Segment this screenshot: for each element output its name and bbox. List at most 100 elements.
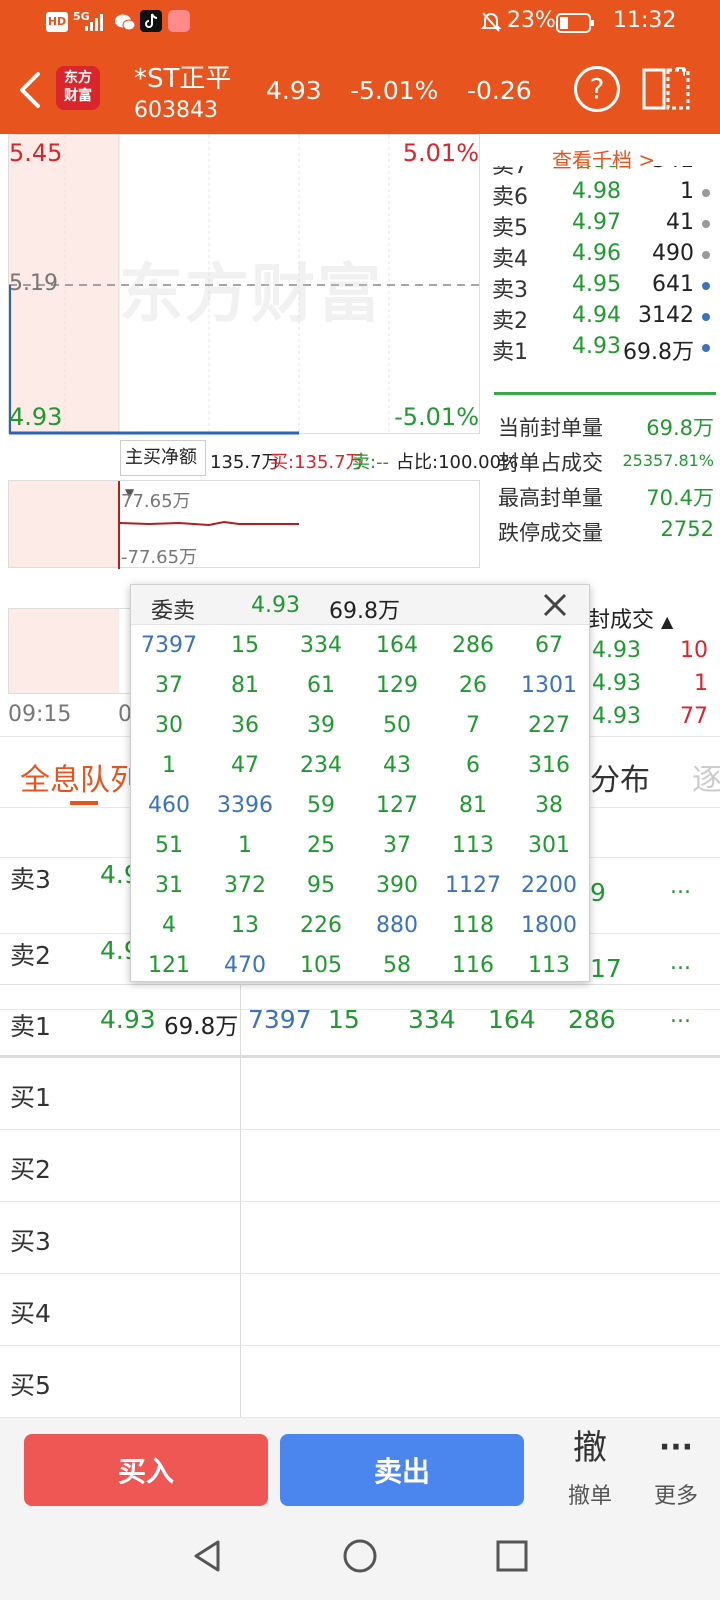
popup-order-cell: 37 [383,833,411,858]
popup-order-cell: 372 [224,873,266,898]
ask-level-row[interactable]: 卖2 4.94 3142 [492,301,716,334]
tab-distribution[interactable]: 分布 [590,755,650,799]
ask-level-dot [702,313,710,321]
tiktok-icon [140,10,162,32]
ask-level-row[interactable]: 卖1 4.93 69.8万 [492,332,716,365]
nav-home-icon[interactable] [340,1536,380,1576]
popup-order-cell: 880 [376,913,418,938]
bid-row[interactable]: 买2 [0,1130,720,1202]
ask-level-label: 卖5 [492,216,528,241]
tab-partial[interactable]: 逐 [692,755,720,799]
trade-vol: 77 [680,704,708,729]
chart-watermark: 东方财富 [119,258,383,332]
action-bar: 买入 卖出 撤 撤单 ··· 更多 [0,1418,720,1522]
trade-price: 4.93 [592,671,641,696]
more-icon: ··· [658,1430,694,1465]
chart-high-pct: 5.01% [402,139,479,167]
ask-level-row[interactable]: 卖6 4.98 1 [492,177,716,210]
bid-row-label: 买4 [10,1299,51,1328]
seal-stat-row: 当前封单量 69.8万 [498,410,714,445]
tab-indicator [70,801,98,805]
popup-order-cell: 121 [148,953,190,978]
wechat-icon [114,12,136,32]
popup-order-cell: 460 [148,793,190,818]
ask1-order-cell: 7397 [248,1005,312,1034]
ask-level-vol: 490 [652,241,694,266]
popup-vol: 69.8万 [329,599,400,624]
trades-header[interactable]: 封成交 ▲ [588,602,673,634]
popup-order-cell: 227 [528,713,570,738]
ask1-row[interactable]: 卖1 4.93 69.8万 ... 7397 15 334 164 286 [0,984,720,1059]
layout-toggle-icon[interactable] [642,66,690,112]
order-queue-popup: 委卖 4.93 69.8万 7397 15 334 164 286 67 37 81 61 129… [130,584,590,982]
trade-price: 4.93 [592,704,641,729]
tab-queue[interactable]: 全息队列 [20,755,140,799]
popup-order-cell: 7 [466,713,480,738]
sell-button[interactable]: 卖出 [280,1434,524,1506]
popup-order-cell: 1301 [521,673,577,698]
seal-stat-label: 当前封单量 [498,416,603,440]
popup-price: 4.93 [251,593,300,618]
time-start: 09:15 [8,702,72,727]
header-change-pct: -5.01% [350,76,439,105]
ask-level-label: 卖3 [492,278,528,303]
trade-row: 4.93 77 [592,702,720,735]
ask-level-row[interactable]: 卖3 4.95 641 [492,270,716,303]
ask-level-price: 4.95 [572,272,621,297]
more-button[interactable]: ··· 更多 [646,1426,706,1518]
ask-level-label: 卖2 [492,309,528,334]
nav-recents-icon[interactable] [492,1536,532,1576]
popup-order-cell: 59 [307,793,335,818]
popup-order-cell: 37 [155,673,183,698]
ask-level-row[interactable]: 卖74.99341 [492,166,716,179]
ask-level-label: 卖6 [492,185,528,210]
nav-back-icon[interactable] [188,1536,228,1576]
ask1-order-cell: 286 [568,1005,616,1034]
indicator-selector[interactable]: 主买净额 ▼ [120,440,206,500]
bid-row[interactable]: 买3 [0,1202,720,1274]
popup-order-cell: 26 [459,673,487,698]
buy-value: 买:135.7万 [270,452,364,473]
ask1-order-cell: 15 [328,1005,360,1034]
seal-stat-value: 70.4万 [646,486,714,510]
popup-order-cell: 1800 [521,913,577,938]
help-button[interactable]: ? [574,66,620,112]
back-button[interactable] [12,68,48,112]
queue-row-more[interactable]: ... [670,874,691,899]
sell-value: 卖:-- [352,452,390,473]
stock-code: 603843 [134,98,218,123]
chart-low-pct: -5.01% [394,403,479,431]
bid-row[interactable]: 买1 [0,1058,720,1130]
bid-row[interactable]: 买5 [0,1346,720,1418]
popup-order-cell: 301 [528,833,570,858]
bid-row-label: 买5 [10,1371,51,1400]
ask-level-row[interactable]: 卖5 4.97 41 [492,208,716,241]
trade-vol: 1 [694,671,708,696]
popup-order-cell: 15 [231,633,259,658]
chart-high: 5.45 [9,139,63,167]
ask-level-vol: 69.8万 [623,340,694,365]
popup-order-cell: 36 [231,713,259,738]
close-icon[interactable] [541,591,569,619]
popup-order-cell: 31 [155,873,183,898]
ask-level-price: 4.99 [572,166,621,173]
queue-row-more[interactable]: ... [670,950,691,975]
cancel-order-button[interactable]: 撤 撤单 [560,1426,620,1518]
seal-stat-value: 2752 [660,517,714,541]
bid-row[interactable]: 买4 [0,1274,720,1346]
popup-order-cell: 470 [224,953,266,978]
popup-order-cell: 39 [307,713,335,738]
ask1-more[interactable]: ... [670,1003,691,1028]
ask1-label: 卖1 [10,1012,51,1041]
popup-order-cell: 316 [528,753,570,778]
stock-name[interactable]: *ST正平 [134,58,231,95]
popup-order-cell: 81 [459,793,487,818]
price-chart[interactable]: 东方财富 5.45 5.01% 5.19 4.93 -5.01% [8,134,481,435]
popup-order-cell: 30 [155,713,183,738]
seal-stat-row: 封单占成交 25357.81% [498,445,714,480]
ask-level-row[interactable]: 卖4 4.96 490 [492,239,716,272]
seal-stat-value: 25357.81% [622,451,714,470]
seal-stat-label: 跌停成交量 [498,521,603,545]
system-nav-bar [0,1522,720,1600]
buy-button[interactable]: 买入 [24,1434,268,1506]
